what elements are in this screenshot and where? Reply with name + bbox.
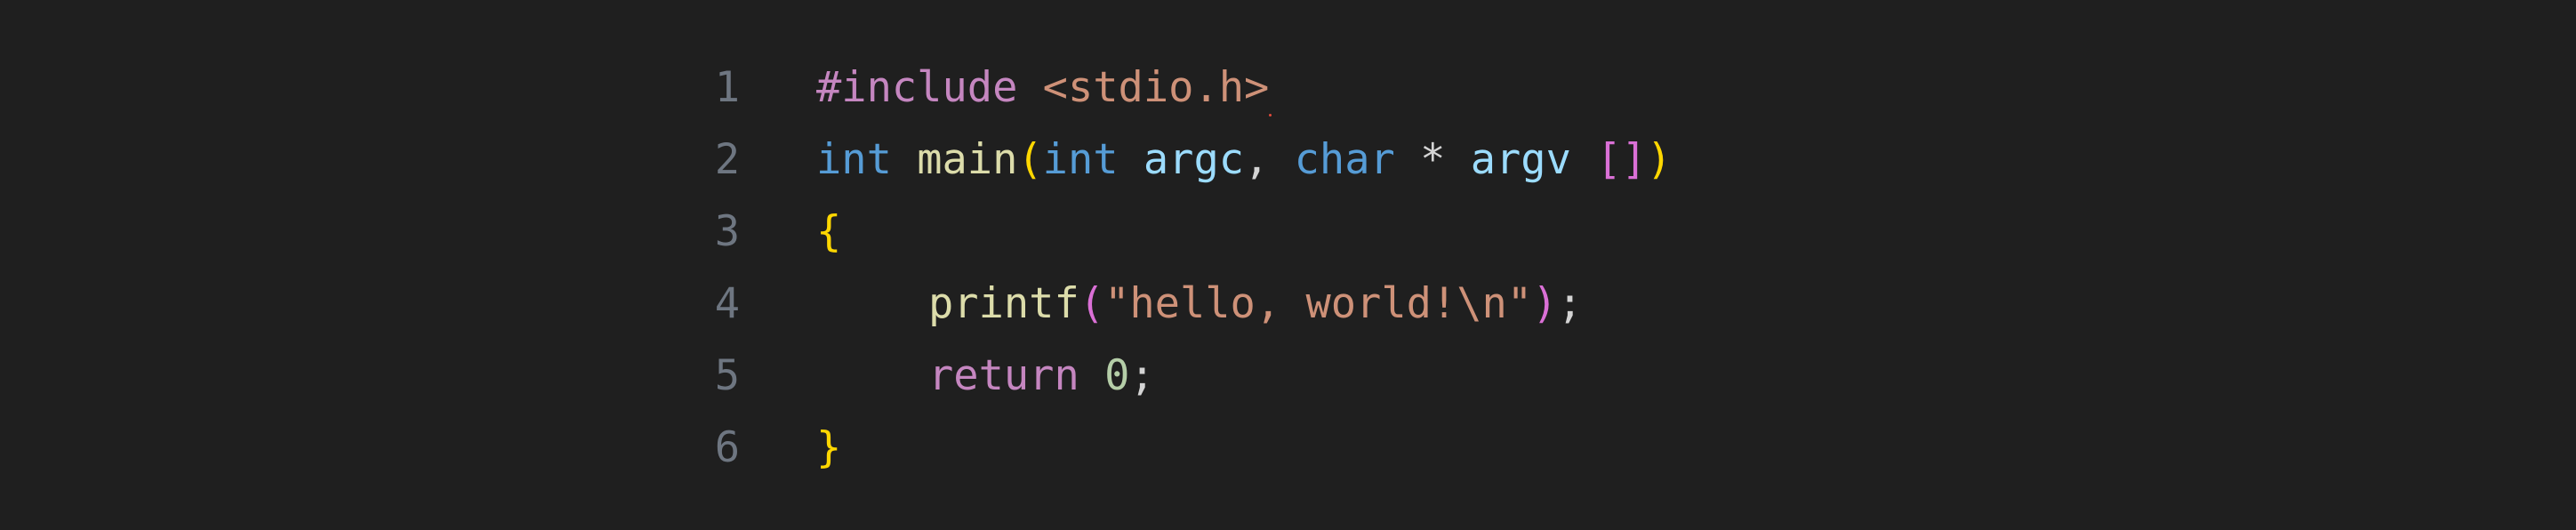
- line-content[interactable]: int main(int argc, char * argv []): [816, 124, 1672, 196]
- line-number: 4: [714, 279, 740, 328]
- line-content[interactable]: {: [816, 196, 841, 268]
- paren-close: ): [1646, 135, 1673, 184]
- param-name: argc: [1143, 135, 1245, 184]
- line-number: 2: [714, 135, 740, 184]
- code-editor[interactable]: 1 #include <stdio.h> 2 int main(int argc…: [0, 0, 2576, 530]
- function-call: printf: [928, 279, 1079, 328]
- comma: ,: [1244, 135, 1295, 184]
- paren-close: ): [1532, 279, 1558, 328]
- pointer-operator: *: [1394, 135, 1471, 184]
- line-content[interactable]: #include <stdio.h>: [816, 52, 1274, 124]
- brace-open: {: [816, 207, 842, 256]
- preprocessor-directive: #include: [816, 63, 1018, 112]
- code-line-6[interactable]: 6 }: [702, 412, 1858, 484]
- include-path: <stdio.h>: [1042, 63, 1270, 112]
- code-line-4[interactable]: 4 printf("hello, world!\n");: [702, 268, 1858, 340]
- array-brackets: []: [1596, 135, 1647, 184]
- code-line-1[interactable]: 1 #include <stdio.h>: [702, 52, 1858, 124]
- line-number: 3: [714, 207, 740, 256]
- number-literal: 0: [1104, 351, 1130, 400]
- string-literal: "hello, world!\n": [1104, 279, 1533, 328]
- paren-open: (: [1079, 279, 1105, 328]
- code-line-3[interactable]: 3 {: [702, 196, 1858, 268]
- return-type: int: [816, 135, 892, 184]
- param-type: char: [1294, 135, 1395, 184]
- brace-close: }: [816, 423, 842, 472]
- code-line-2[interactable]: 2 int main(int argc, char * argv []): [702, 124, 1858, 196]
- param-type: int: [1042, 135, 1119, 184]
- line-number: 5: [714, 351, 740, 400]
- paren-open: (: [1017, 135, 1043, 184]
- line-number: 6: [714, 423, 740, 472]
- semicolon: ;: [1129, 351, 1155, 400]
- return-keyword: return: [928, 351, 1079, 400]
- line-number: 1: [714, 63, 740, 112]
- code-line-5[interactable]: 5 return 0;: [702, 340, 1858, 412]
- line-content[interactable]: printf("hello, world!\n");: [816, 268, 1583, 340]
- line-content[interactable]: return 0;: [816, 340, 1155, 412]
- param-name: argv: [1470, 135, 1571, 184]
- code-area[interactable]: 1 #include <stdio.h> 2 int main(int argc…: [702, 52, 1858, 484]
- line-content[interactable]: }: [816, 412, 841, 484]
- function-name: main: [917, 135, 1018, 184]
- semicolon: ;: [1557, 279, 1583, 328]
